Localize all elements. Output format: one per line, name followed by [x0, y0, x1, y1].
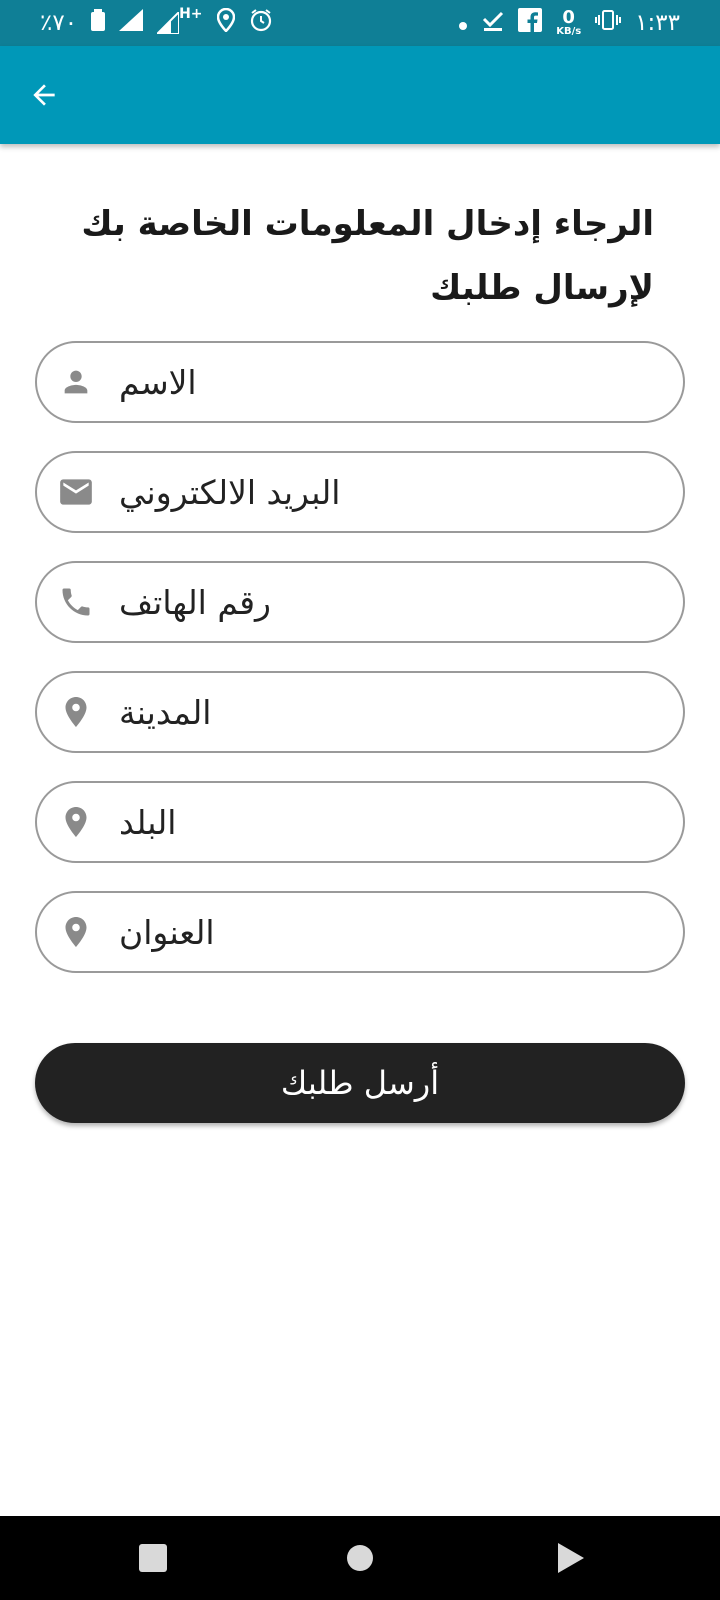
battery-percent: ٪٧٠ — [40, 10, 78, 36]
battery-icon — [91, 9, 106, 37]
clock: ١:٣٣ — [635, 10, 680, 36]
facebook-icon — [518, 8, 543, 38]
net-speed-indicator: 0 KB/s — [556, 9, 581, 37]
name-input[interactable] — [119, 353, 659, 411]
recents-button[interactable] — [133, 1538, 173, 1578]
network-type: H+ — [179, 6, 203, 22]
submit-button[interactable]: أرسل طلبك — [35, 1043, 685, 1123]
arrow-left-icon — [33, 84, 55, 106]
triangle-icon — [558, 1543, 584, 1573]
location-icon — [216, 7, 235, 38]
form-heading: الرجاء إدخال المعلومات الخاصة بك لإرسال … — [81, 204, 654, 308]
phone-icon — [57, 583, 95, 621]
city-input[interactable] — [119, 683, 659, 741]
signal-2-icon: H+ — [157, 6, 203, 34]
country-field[interactable] — [35, 781, 685, 863]
name-field[interactable] — [35, 341, 685, 423]
status-right-group: 0 KB/s ١:٣٣ — [458, 8, 680, 38]
location-pin-icon — [57, 803, 95, 841]
email-input[interactable] — [119, 463, 659, 521]
home-button[interactable] — [340, 1538, 380, 1578]
address-field[interactable] — [35, 891, 685, 973]
download-done-icon — [482, 9, 504, 37]
location-pin-icon — [57, 913, 95, 951]
phone-input[interactable] — [119, 573, 659, 631]
alarm-icon — [249, 8, 273, 38]
person-icon — [57, 363, 95, 401]
phone-field[interactable] — [35, 561, 685, 643]
circle-icon — [347, 1545, 373, 1571]
back-button[interactable] — [24, 75, 64, 115]
app-bar — [0, 46, 720, 144]
country-input[interactable] — [119, 793, 659, 851]
net-speed-value: 0 — [562, 7, 575, 28]
city-field[interactable] — [35, 671, 685, 753]
address-input[interactable] — [119, 903, 659, 961]
square-icon — [139, 1544, 167, 1572]
status-bar: ٪٧٠ H+ 0 KB/s ١:٣٣ — [0, 0, 720, 46]
net-speed-unit: KB/s — [556, 26, 582, 37]
vibrate-icon — [595, 9, 622, 37]
dot-icon — [458, 9, 468, 37]
email-icon — [57, 473, 95, 511]
location-pin-icon — [57, 693, 95, 731]
status-left-group: ٪٧٠ H+ — [40, 6, 273, 38]
system-nav-bar — [0, 1516, 720, 1600]
back-nav-button[interactable] — [550, 1538, 590, 1578]
email-field[interactable] — [35, 451, 685, 533]
signal-icon — [119, 9, 144, 37]
